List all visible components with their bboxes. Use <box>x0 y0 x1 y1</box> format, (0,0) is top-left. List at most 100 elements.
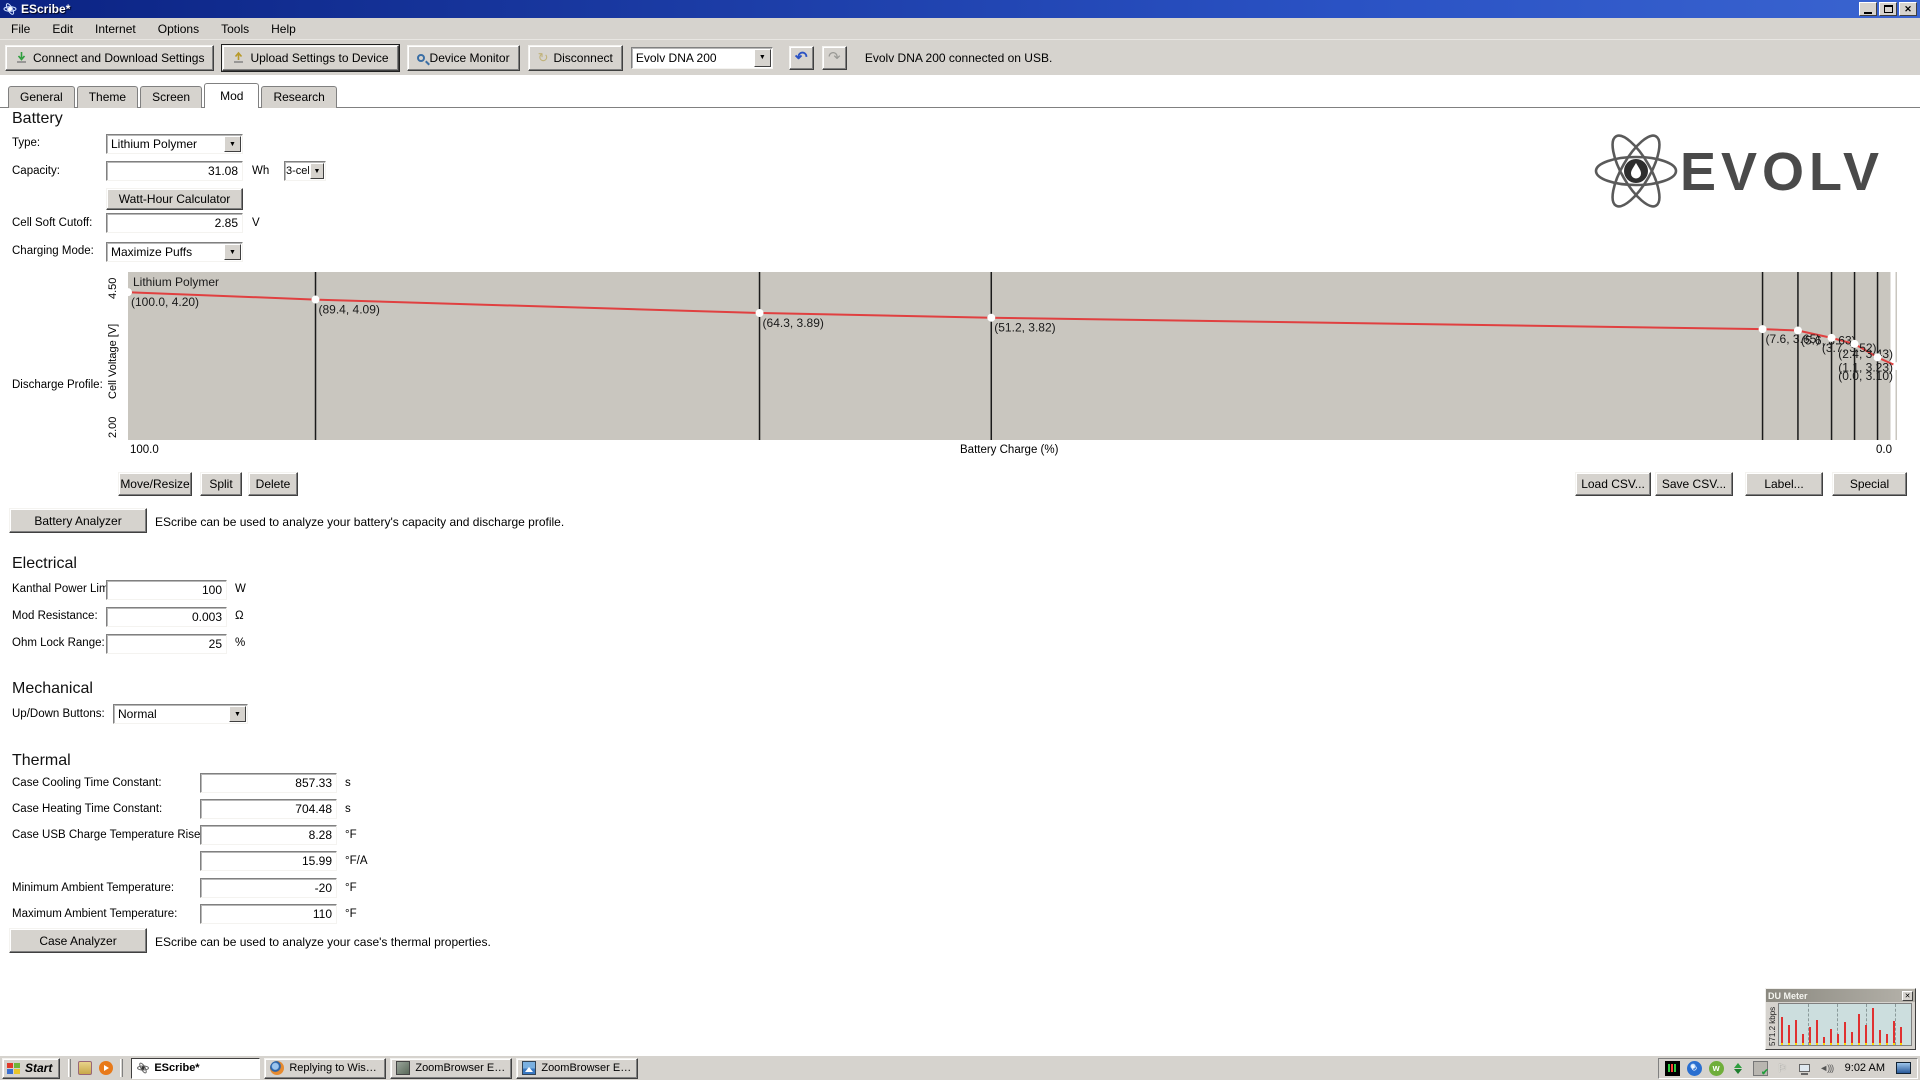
evolv-logo-text: EVOLV <box>1680 142 1884 202</box>
close-button[interactable]: ✕ <box>1899 2 1917 16</box>
max-ambient-label: Maximum Ambient Temperature: <box>12 908 177 920</box>
redo-button[interactable]: ↷ <box>822 46 847 70</box>
connect-download-button[interactable]: Connect and Download Settings <box>5 45 214 71</box>
kanthal-unit-label: W <box>235 583 246 595</box>
start-button[interactable]: Start <box>2 1058 60 1079</box>
upload-settings-button[interactable]: Upload Settings to Device <box>222 45 398 71</box>
ohm-lock-range-label: Ohm Lock Range: ± <box>12 637 114 649</box>
du-meter-widget[interactable]: DU Meter ✕ <box>1765 988 1916 1050</box>
tab-theme[interactable]: Theme <box>77 86 138 108</box>
move-resize-button[interactable]: Move/Resize <box>118 472 192 496</box>
minimize-button[interactable] <box>1859 2 1877 16</box>
kanthal-power-limit-input[interactable] <box>107 581 226 599</box>
du-meter-close-icon[interactable]: ✕ <box>1902 991 1913 1001</box>
network-activity-icon[interactable] <box>1731 1061 1746 1076</box>
chart-series-title: Lithium Polymer <box>133 275 219 289</box>
menu-item-options[interactable]: Options <box>147 19 210 39</box>
charging-mode-label: Charging Mode: <box>12 245 94 257</box>
system-tray: ↻ w ⚐ ◄))) 9:02 AM <box>1658 1058 1918 1079</box>
menu-item-internet[interactable]: Internet <box>84 19 147 39</box>
case-heating-unit: s <box>345 803 351 815</box>
tab-screen[interactable]: Screen <box>140 86 202 108</box>
battery-type-label: Type: <box>12 137 40 149</box>
connection-status: Evolv DNA 200 connected on USB. <box>865 51 1052 65</box>
evolv-logo: EVOLV <box>1592 128 1902 219</box>
undo-button[interactable]: ↶ <box>789 46 814 70</box>
disconnect-button[interactable]: ↻ Disconnect <box>528 45 623 71</box>
toolbar: Connect and Download Settings Upload Set… <box>0 40 1920 75</box>
discharge-chart[interactable]: (100.0, 4.20)(89.4, 4.09)(64.3, 3.89)(51… <box>128 272 1897 440</box>
du-meter-tray-icon[interactable] <box>1665 1061 1680 1076</box>
tab-strip: General Theme Screen Mod Research <box>8 86 339 108</box>
case-cooling-input[interactable] <box>201 774 336 792</box>
download-icon <box>15 51 28 64</box>
task-button-zoombrowser-1[interactable]: ZoomBrowser EX - C:\U... <box>390 1058 512 1079</box>
max-ambient-unit: °F <box>345 908 357 920</box>
menu-item-edit[interactable]: Edit <box>41 19 84 39</box>
svg-text:(2.4, 3.43): (2.4, 3.43) <box>1838 347 1893 361</box>
device-select[interactable]: Evolv DNA 200 ▼ <box>631 47 773 69</box>
split-button[interactable]: Split <box>200 472 242 496</box>
redo-icon: ↷ <box>828 50 841 65</box>
cell-count-select[interactable]: 3-cell ▼ <box>284 161 326 181</box>
battery-capacity-input[interactable] <box>107 162 242 180</box>
tab-general[interactable]: General <box>8 86 75 108</box>
webroot-tray-icon[interactable]: w <box>1709 1061 1724 1076</box>
ohm-lock-range-input[interactable] <box>107 635 226 653</box>
tab-research[interactable]: Research <box>261 86 336 108</box>
kanthal-power-limit-label: Kanthal Power Limit: <box>12 583 117 595</box>
max-ambient-input[interactable] <box>201 905 336 923</box>
task-button-firefox[interactable]: Replying to Wismec Reul... <box>264 1058 386 1079</box>
case-cooling-unit: s <box>345 777 351 789</box>
divider <box>68 1059 71 1077</box>
capacity-unit-label: Wh <box>252 165 269 177</box>
display-settings-icon[interactable] <box>1896 1062 1911 1074</box>
tab-mod[interactable]: Mod <box>204 83 259 108</box>
du-meter-bar <box>1809 1027 1811 1045</box>
quick-launch-media-player-icon[interactable] <box>99 1061 113 1075</box>
case-heating-field <box>200 799 337 819</box>
network-connection-icon[interactable] <box>1797 1061 1812 1076</box>
label-button[interactable]: Label... <box>1745 472 1823 496</box>
charging-mode-select[interactable]: Maximize Puffs ▼ <box>106 242 243 262</box>
quick-launch-folder-icon[interactable] <box>78 1061 92 1075</box>
delete-button[interactable]: Delete <box>248 472 298 496</box>
divider <box>120 1059 123 1077</box>
watt-hour-calculator-button[interactable]: Watt-Hour Calculator <box>106 188 243 210</box>
flag-icon[interactable]: ⚐ <box>1775 1061 1790 1076</box>
volume-icon[interactable]: ◄))) <box>1819 1061 1834 1076</box>
save-csv-button[interactable]: Save CSV... <box>1655 472 1733 496</box>
taskbar: Start EScribe* Replying to Wismec Reul..… <box>0 1055 1920 1080</box>
special-button[interactable]: Special <box>1832 472 1907 496</box>
du-meter-titlebar[interactable]: DU Meter ✕ <box>1766 989 1915 1002</box>
section-heading-battery: Battery <box>12 110 63 128</box>
y-tick-bottom: 2.00 <box>107 417 119 438</box>
menu-item-help[interactable]: Help <box>260 19 307 39</box>
section-heading-mechanical: Mechanical <box>12 680 93 698</box>
case-heating-input[interactable] <box>201 800 336 818</box>
usb-rise-rate-input[interactable] <box>201 852 336 870</box>
sync-tray-icon[interactable]: ↻ <box>1687 1061 1702 1076</box>
svg-text:(100.0, 4.20): (100.0, 4.20) <box>131 295 199 309</box>
menu-item-file[interactable]: File <box>0 19 41 39</box>
min-ambient-input[interactable] <box>201 879 336 897</box>
du-meter-bar <box>1879 1030 1881 1045</box>
y-tick-top: 4.50 <box>107 278 119 299</box>
usb-safely-remove-icon[interactable] <box>1753 1061 1768 1076</box>
task-button-escribe[interactable]: EScribe* <box>131 1058 260 1079</box>
cell-soft-cutoff-input[interactable] <box>107 214 242 232</box>
device-monitor-button[interactable]: Device Monitor <box>407 45 520 71</box>
maximize-button[interactable] <box>1879 2 1897 16</box>
mod-resistance-field <box>106 607 227 627</box>
menu-item-tools[interactable]: Tools <box>210 19 260 39</box>
load-csv-button[interactable]: Load CSV... <box>1575 472 1651 496</box>
task-button-zoombrowser-2[interactable]: ZoomBrowser EX - C:\Us... <box>516 1058 638 1079</box>
y-axis-label: Cell Voltage [V] <box>107 324 119 399</box>
case-analyzer-button[interactable]: Case Analyzer <box>9 928 147 953</box>
battery-analyzer-button[interactable]: Battery Analyzer <box>9 508 147 533</box>
mod-resistance-input[interactable] <box>107 608 226 626</box>
updown-buttons-select[interactable]: Normal ▼ <box>113 704 248 724</box>
usb-rise-input[interactable] <box>201 826 336 844</box>
usb-rise-rate-unit: °F/A <box>345 855 368 867</box>
battery-type-select[interactable]: Lithium Polymer ▼ <box>106 134 243 154</box>
